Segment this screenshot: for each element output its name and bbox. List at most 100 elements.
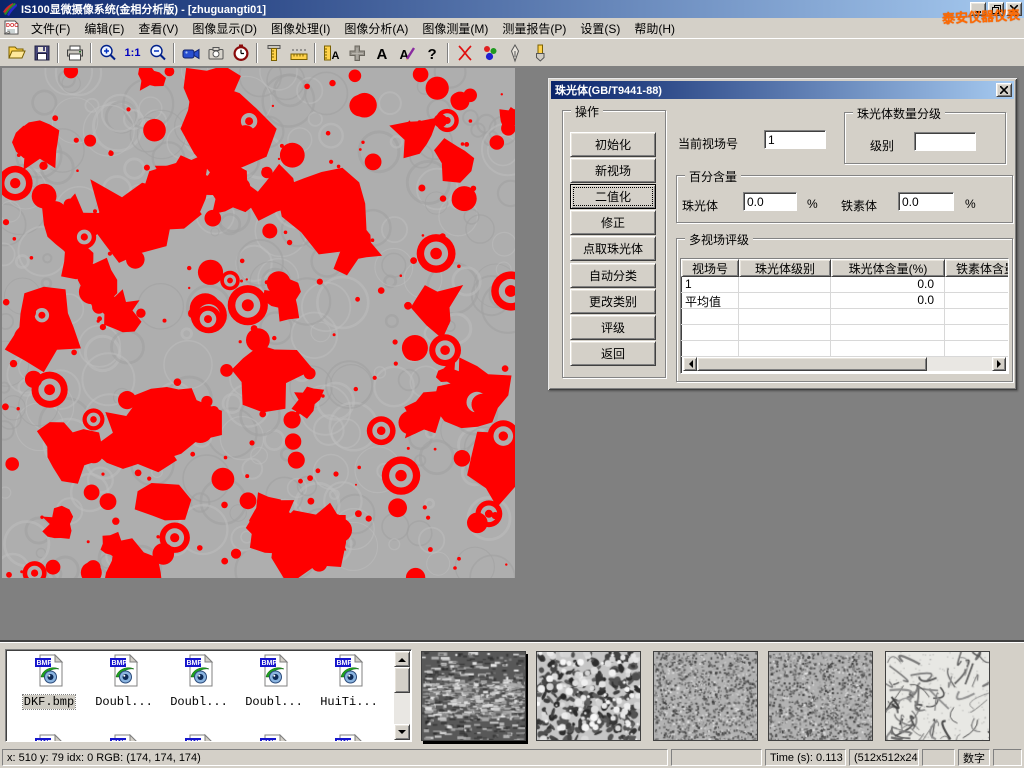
micrograph-image[interactable] [2, 68, 515, 578]
rate-button[interactable]: 评级 [570, 315, 656, 340]
return-button[interactable]: 返回 [570, 341, 656, 366]
file-item[interactable]: Doubl... [237, 654, 311, 710]
scroll-thumb[interactable] [394, 667, 410, 693]
open-button[interactable] [4, 41, 29, 65]
edit-text-button[interactable]: A [394, 41, 419, 65]
file-item[interactable]: DKF.bmp [12, 654, 86, 710]
dialog-title-bar[interactable]: 珠光体(GB/T9441-88) [551, 81, 1014, 99]
title-bar[interactable]: IS100显微摄像系统(金相分析版) - [zhuguangti01] [0, 0, 1024, 18]
binarize-button[interactable]: 二值化 [570, 184, 656, 209]
pen-button[interactable] [502, 41, 527, 65]
file-item[interactable]: Doubl... [87, 654, 161, 710]
file-item[interactable] [312, 734, 386, 742]
col-pearlite-grade[interactable]: 珠光体级别 [739, 259, 831, 277]
menu-image-process[interactable]: 图像处理(I) [264, 18, 337, 39]
scroll-up-button[interactable] [394, 651, 410, 667]
caliper-button[interactable] [261, 41, 286, 65]
pick-pearlite-button[interactable]: 点取珠光体 [570, 236, 656, 261]
file-name: DKF.bmp [23, 695, 75, 709]
file-item[interactable] [87, 734, 161, 742]
pen-icon [505, 43, 525, 63]
table-row[interactable]: 1 0.0 [681, 277, 1008, 293]
table-row[interactable]: 平均值 0.0 [681, 293, 1008, 309]
minimize-icon [975, 11, 981, 13]
curve-button[interactable] [452, 41, 477, 65]
thumbnail-5[interactable] [885, 651, 990, 741]
file-list[interactable]: DKF.bmp Doubl... Doubl... Doubl... HuiTi… [5, 649, 412, 742]
file-item[interactable] [162, 734, 236, 742]
calibrate-button[interactable]: A [319, 41, 344, 65]
file-item[interactable] [237, 734, 311, 742]
pearlite-input[interactable] [743, 192, 797, 211]
merge-button[interactable] [344, 41, 369, 65]
ruler-button[interactable] [286, 41, 311, 65]
menu-settings[interactable]: 设置(S) [573, 18, 627, 39]
menu-file[interactable]: 文件(F) [24, 18, 77, 39]
menu-image-display[interactable]: 图像显示(D) [185, 18, 264, 39]
scroll-left-button[interactable] [683, 357, 697, 371]
print-button[interactable] [62, 41, 87, 65]
timer-button[interactable] [228, 41, 253, 65]
auto-classify-button[interactable]: 自动分类 [570, 263, 656, 288]
zoom-out-button[interactable] [145, 41, 170, 65]
phase-color-button[interactable] [477, 41, 502, 65]
save-button[interactable] [29, 41, 54, 65]
thumbnail-1[interactable] [421, 651, 526, 741]
table-row[interactable] [681, 309, 1008, 325]
brush-button[interactable] [527, 41, 552, 65]
phase-color-icon [480, 43, 500, 63]
scroll-thumb[interactable] [697, 357, 927, 371]
help-button[interactable]: ? [419, 41, 444, 65]
grade-input[interactable] [914, 132, 976, 151]
scroll-track[interactable] [927, 357, 992, 371]
col-field-no[interactable]: 视场号 [681, 259, 739, 277]
current-field-input[interactable] [764, 130, 826, 149]
new-field-button[interactable]: 新视场 [570, 158, 656, 183]
actual-size-button[interactable]: 1:1 [120, 41, 145, 65]
init-button[interactable]: 初始化 [570, 132, 656, 157]
cell-ferrite [945, 293, 1009, 309]
percent-group-label: 百分含量 [685, 168, 741, 185]
thumbnail-3[interactable] [653, 651, 758, 741]
table-h-scrollbar[interactable] [683, 357, 1006, 371]
zoom-in-button[interactable] [95, 41, 120, 65]
thumbnail-2[interactable] [536, 651, 641, 741]
scroll-right-button[interactable] [992, 357, 1006, 371]
col-pearlite-content[interactable]: 珠光体含量(%) [831, 259, 945, 277]
table-row[interactable] [681, 341, 1008, 357]
open-icon [7, 43, 27, 63]
file-item[interactable]: HuiTi... [312, 654, 386, 710]
file-item[interactable] [12, 734, 86, 742]
menu-image-analysis[interactable]: 图像分析(A) [337, 18, 415, 39]
operations-group-label: 操作 [571, 103, 603, 120]
thumbnail-4[interactable] [768, 651, 873, 741]
ferrite-input[interactable] [898, 192, 954, 211]
file-list-v-scrollbar[interactable] [394, 651, 410, 740]
minimize-button[interactable] [970, 2, 986, 16]
table-row[interactable] [681, 325, 1008, 341]
scroll-down-button[interactable] [394, 724, 410, 740]
camera-button[interactable] [203, 41, 228, 65]
bmp-file-icon [259, 654, 289, 687]
status-mode: 数字 [958, 749, 990, 766]
menu-help[interactable]: 帮助(H) [627, 18, 682, 39]
grade-label: 级别 [870, 137, 894, 154]
video-camera-button[interactable] [178, 41, 203, 65]
bmp-file-icon [334, 734, 364, 742]
menu-view[interactable]: 查看(V) [131, 18, 185, 39]
restore-button[interactable] [988, 2, 1004, 16]
file-item[interactable]: Doubl... [162, 654, 236, 710]
correct-button[interactable]: 修正 [570, 210, 656, 235]
table-header-row: 视场号 珠光体级别 珠光体含量(%) 铁素体含量(%) [681, 259, 1008, 277]
multi-field-group-label: 多视场评级 [685, 231, 753, 248]
menu-report[interactable]: 测量报告(P) [495, 18, 573, 39]
close-button[interactable] [1006, 2, 1022, 16]
text-button[interactable]: A [369, 41, 394, 65]
menu-image-measure[interactable]: 图像测量(M) [415, 18, 495, 39]
col-ferrite-content[interactable]: 铁素体含量(%) [945, 259, 1009, 277]
ferrite-label: 铁素体 [841, 197, 877, 214]
change-class-button[interactable]: 更改类别 [570, 289, 656, 314]
dialog-close-button[interactable] [996, 83, 1012, 97]
toolbar-separator [173, 43, 175, 63]
menu-edit[interactable]: 编辑(E) [77, 18, 131, 39]
